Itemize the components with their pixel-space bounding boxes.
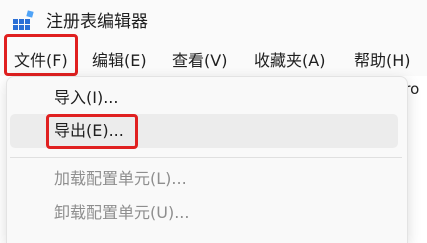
export-highlight-box <box>46 114 138 149</box>
registry-editor-icon <box>13 10 34 30</box>
menu-divider <box>10 157 402 158</box>
menu-favorites[interactable]: 收藏夹(A) <box>254 48 325 74</box>
menu-help[interactable]: 帮助(H) <box>354 48 411 74</box>
menu-view[interactable]: 查看(V) <box>172 48 227 74</box>
menu-item-load-hive: 加载配置单元(L)... <box>54 169 187 188</box>
menu-edit[interactable]: 编辑(E) <box>92 48 147 74</box>
menu-item-import[interactable]: 导入(I)... <box>54 86 118 110</box>
menu-item-unload-hive: 卸载配置单元(U)... <box>54 203 190 222</box>
window-title: 注册表编辑器 <box>46 12 148 32</box>
file-menu-highlight-box <box>4 34 78 76</box>
